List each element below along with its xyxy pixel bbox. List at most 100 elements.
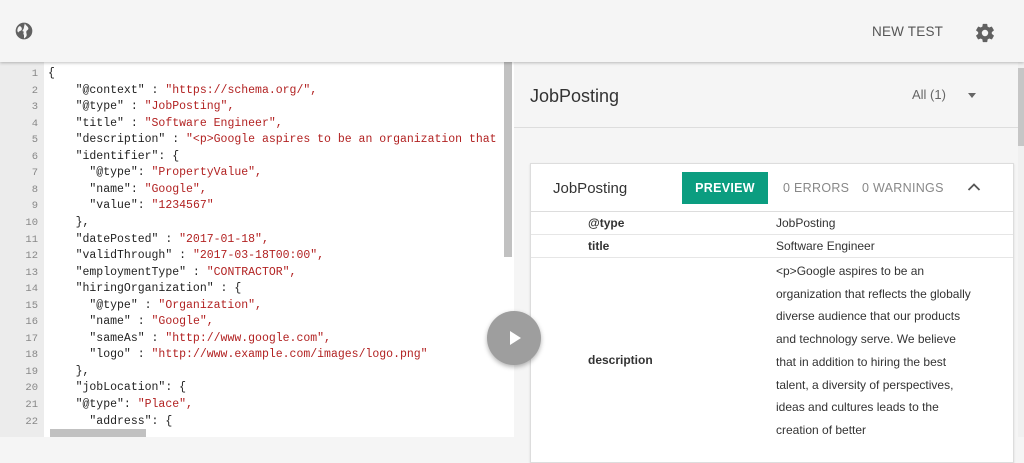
code-text: }, [48, 215, 90, 232]
top-toolbar: NEW TEST [0, 0, 1024, 62]
code-line[interactable]: 10 }, [0, 215, 510, 232]
code-key: "name" : [48, 315, 152, 329]
code-string: "Place", [137, 398, 193, 411]
code-string: "Google", [144, 182, 207, 196]
code-text: "title" : "Software Engineer", [48, 116, 283, 133]
code-line[interactable]: 3 "@type" : "JobPosting", [0, 99, 510, 116]
line-number: 5 [31, 134, 38, 147]
line-number: 19 [25, 365, 38, 378]
line-number: 17 [25, 332, 38, 345]
code-key: }, [48, 215, 90, 229]
code-text: "employmentType" : "CONTRACTOR", [48, 265, 297, 282]
code-line[interactable]: 8 "name": "Google", [0, 182, 510, 199]
property-name: @type [588, 216, 625, 230]
errors-count[interactable]: 0 ERRORS [783, 181, 849, 195]
warnings-count[interactable]: 0 WARNINGS [862, 181, 944, 195]
code-line[interactable]: 18 "logo" : "http://www.example.com/imag… [0, 347, 510, 364]
code-key: }, [48, 364, 90, 378]
code-key: "@type": [48, 398, 138, 411]
code-line[interactable]: 15 "@type" : "Organization", [0, 298, 510, 315]
code-key: "description" : [48, 133, 187, 147]
code-string: "Software Engineer", [144, 116, 283, 130]
chevron-down-icon[interactable] [968, 93, 976, 98]
code-text: "name": "Google", [48, 182, 207, 199]
code-line[interactable]: 17 "sameAs" : "http://www.google.com", [0, 331, 510, 348]
code-line[interactable]: 2 "@context" : "https://schema.org/", [0, 83, 510, 100]
code-editor[interactable]: 1{2 "@context" : "https://schema.org/", 3… [0, 62, 514, 437]
code-string: "Organization", [158, 298, 262, 312]
results-panel: JobPosting All (1) JobPosting PREVIEW 0 … [514, 62, 1024, 463]
code-text: "@type": "Place", [48, 397, 193, 414]
code-line[interactable]: 11 "datePosted" : "2017-01-18", [0, 232, 510, 249]
line-number: 1 [31, 68, 38, 80]
code-line[interactable]: 7 "@type": "PropertyValue", [0, 165, 510, 182]
code-text: { [48, 66, 55, 83]
property-name: description [588, 353, 653, 367]
new-test-button[interactable]: NEW TEST [872, 24, 943, 39]
code-string: "CONTRACTOR", [206, 265, 297, 279]
code-line[interactable]: 16 "name" : "Google", [0, 314, 510, 331]
code-string: "Google", [151, 315, 214, 329]
code-key: "employmentType" : [48, 265, 207, 279]
code-line[interactable]: 14 "hiringOrganization" : { [0, 281, 510, 298]
code-key: "@type" : [48, 298, 159, 312]
globe-icon[interactable] [14, 21, 34, 41]
code-key: { [48, 67, 55, 80]
card-title: JobPosting [553, 180, 628, 197]
code-string: "https://schema.org/", [165, 83, 318, 97]
run-test-button[interactable] [487, 311, 541, 365]
code-string: "2017-03-18T00:00", [192, 249, 325, 263]
code-line[interactable]: 21 "@type": "Place", [0, 397, 510, 414]
code-line[interactable]: 22 "address": { [0, 414, 510, 431]
code-line[interactable]: 4 "title" : "Software Engineer", [0, 116, 510, 133]
editor-vertical-scrollbar[interactable] [504, 62, 512, 257]
code-line[interactable]: 20 "jobLocation": { [0, 380, 510, 397]
line-number: 11 [25, 233, 38, 246]
results-scrollbar-thumb[interactable] [1018, 68, 1024, 146]
filter-dropdown[interactable]: All (1) [912, 87, 946, 102]
code-key: "sameAs" : [48, 331, 166, 345]
code-key: "value": [48, 199, 152, 213]
code-text: "description" : "<p>Google aspires to be… [48, 132, 511, 149]
line-number: 10 [25, 216, 38, 229]
code-text: "name" : "Google", [48, 314, 214, 331]
line-number: 12 [25, 250, 38, 263]
property-value: <p>Google aspires to be an organization … [776, 264, 971, 437]
code-line[interactable]: 13 "employmentType" : "CONTRACTOR", [0, 265, 510, 282]
line-number: 8 [31, 183, 38, 196]
code-key: "name": [48, 182, 145, 196]
chevron-up-icon[interactable] [967, 181, 981, 193]
code-text: "jobLocation": { [48, 380, 186, 397]
line-number: 16 [25, 316, 38, 329]
code-key: "jobLocation": { [48, 381, 187, 395]
results-title: JobPosting [530, 86, 620, 106]
line-number: 2 [31, 84, 38, 97]
code-key: "@type": [48, 166, 152, 180]
property-value: Software Engineer [776, 239, 875, 253]
code-key: "hiringOrganization" : { [48, 282, 242, 296]
code-key: "address": { [48, 414, 173, 428]
row-separator [531, 234, 1013, 235]
gear-icon[interactable] [974, 22, 996, 44]
code-line[interactable]: 19 }, [0, 364, 510, 381]
code-line[interactable]: 12 "validThrough" : "2017-03-18T00:00", [0, 248, 510, 265]
code-line[interactable]: 9 "value": "1234567" [0, 198, 510, 215]
line-number: 6 [31, 150, 38, 163]
code-line[interactable]: 6 "identifier": { [0, 149, 510, 166]
results-divider [514, 127, 1024, 128]
code-line[interactable]: 1{ [0, 66, 510, 83]
code-text: "validThrough" : "2017-03-18T00:00", [48, 248, 324, 265]
code-line[interactable]: 5 "description" : "<p>Google aspires to … [0, 132, 511, 149]
card-separator [531, 211, 1013, 212]
line-number: 4 [31, 117, 38, 130]
line-number: 3 [31, 101, 38, 114]
code-text: "@type": "PropertyValue", [48, 165, 262, 182]
preview-button[interactable]: PREVIEW [682, 172, 768, 204]
code-key: "datePosted" : [48, 232, 180, 246]
code-string: "<p>Google aspires to be an organization… [186, 133, 511, 147]
code-text: "@context" : "https://schema.org/", [48, 83, 318, 100]
code-text: "identifier": { [48, 149, 180, 166]
editor-horizontal-scrollbar[interactable] [50, 429, 146, 437]
code-string: "2017-01-18", [179, 232, 269, 246]
row-separator [531, 257, 1013, 258]
